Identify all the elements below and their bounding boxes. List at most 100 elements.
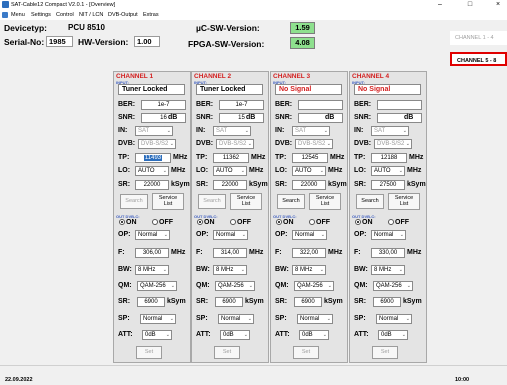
ch3-out-off-radio[interactable]: OFF: [309, 218, 330, 227]
ch1-att-select[interactable]: 0dB ⌄: [142, 330, 172, 340]
ch1-sr-field[interactable]: 22000: [135, 180, 169, 190]
ch1-op-select[interactable]: Normal ⌄: [135, 230, 170, 240]
close-button[interactable]: ×: [484, 0, 507, 10]
ch4-bw-select[interactable]: 8 MHz ⌄: [371, 265, 405, 275]
ch2-att-select[interactable]: 0dB ⌄: [220, 330, 250, 340]
ch3-op-select[interactable]: Normal ⌄: [292, 230, 327, 240]
ch1-service-list-button[interactable]: Service List: [152, 193, 184, 210]
ch3-lo-label: LO:: [275, 167, 288, 174]
ch2-tp-field[interactable]: 11362: [213, 153, 249, 163]
ch2-snr-label: SNR:: [196, 114, 214, 121]
ch1-qm-select[interactable]: QAM-256 ⌄: [137, 281, 177, 291]
ch1-sr-label: SR:: [118, 181, 131, 188]
ch3-f-field[interactable]: 322,00: [292, 248, 326, 258]
ch2-lo-select[interactable]: AUTO ⌄: [213, 166, 247, 176]
ch1-in-select[interactable]: SAT ⌄: [135, 126, 173, 136]
ch1-lo-unit: MHz: [171, 167, 186, 174]
maximize-button[interactable]: □: [456, 0, 484, 10]
menu-item-control[interactable]: Control: [56, 10, 74, 20]
menu-item-menu[interactable]: Menu: [11, 10, 25, 20]
ch2-f-field[interactable]: 314,00: [213, 248, 247, 258]
ch1-sr-unit: kSym: [171, 181, 190, 188]
ch4-op-select[interactable]: Normal ⌄: [371, 230, 406, 240]
menu-item-dvb-output[interactable]: DVB-Output: [108, 10, 138, 20]
tab-channel-5-8[interactable]: CHANNEL 5 - 8: [450, 52, 507, 66]
ch3-qm-chevron-down-icon: ⌄: [327, 283, 332, 289]
ch1-out-sr-field[interactable]: 6900: [137, 297, 165, 307]
ch1-set-button[interactable]: Set: [136, 346, 162, 359]
ch4-sp-select[interactable]: Normal ⌄: [376, 314, 412, 324]
ch3-dvb-label: DVB:: [275, 140, 293, 147]
ch2-set-button[interactable]: Set: [214, 346, 240, 359]
ch1-dvb-select[interactable]: DVB-S/S2 ⌄: [138, 139, 176, 149]
ch3-out-bw-row: BW: 8 MHz ⌄: [275, 264, 347, 275]
ch3-sp-select[interactable]: Normal ⌄: [297, 314, 333, 324]
ch2-in-select[interactable]: SAT ⌄: [213, 126, 251, 136]
ch2-bw-select[interactable]: 8 MHz ⌄: [213, 265, 247, 275]
ch1-f-field[interactable]: 306,00: [135, 248, 169, 258]
ch1-out-sr-row: SR: 6900 kSym: [118, 296, 190, 307]
ch3-qm-select[interactable]: QAM-256 ⌄: [294, 281, 334, 291]
ch3-att-select[interactable]: 0dB ⌄: [299, 330, 329, 340]
ch3-out-sr-field[interactable]: 6900: [294, 297, 322, 307]
ch3-sr-field[interactable]: 22000: [292, 180, 326, 190]
ch4-qm-select[interactable]: QAM-256 ⌄: [373, 281, 413, 291]
ch4-tp-field[interactable]: 12188: [371, 153, 407, 163]
ch3-tp-field[interactable]: 12545: [292, 153, 328, 163]
ch1-bw-select[interactable]: 8 MHz ⌄: [135, 265, 169, 275]
ch2-out-sr-field[interactable]: 6900: [215, 297, 243, 307]
ch4-set-button[interactable]: Set: [372, 346, 398, 359]
ch2-qm-select[interactable]: QAM-256 ⌄: [215, 281, 255, 291]
tab-channel-1-4[interactable]: CHANNEL 1 - 4: [450, 31, 507, 45]
ch1-search-button[interactable]: Search: [120, 194, 148, 209]
ch1-out-off-radio[interactable]: OFF: [152, 218, 173, 227]
ch3-service-list-button[interactable]: Service List: [309, 193, 341, 210]
ch4-out-sr-field[interactable]: 6900: [373, 297, 401, 307]
menu-item-nit-lcn[interactable]: NIT / LCN: [79, 10, 103, 20]
menu-item-settings[interactable]: Settings: [31, 10, 51, 20]
ch1-sp-select[interactable]: Normal ⌄: [140, 314, 176, 324]
ch4-out-off-radio[interactable]: OFF: [388, 218, 409, 227]
ch2-out-qm-label: QM:: [196, 282, 210, 289]
ch2-dvb-select[interactable]: DVB-S/S2 ⌄: [216, 139, 254, 149]
ch2-search-button[interactable]: Search: [198, 194, 226, 209]
ch1-tp-field[interactable]: 11493: [135, 153, 171, 163]
ch1-out-on-radio-dot: [119, 219, 125, 226]
ch3-out-att-row: ATT: 0dB ⌄: [275, 329, 347, 340]
ch3-search-button[interactable]: Search: [277, 194, 305, 209]
ch3-dvb-select[interactable]: DVB-S/S2 ⌄: [295, 139, 333, 149]
ch2-out-off-radio[interactable]: OFF: [230, 218, 251, 227]
ch2-ber-value: 1e-7: [219, 100, 264, 110]
application-window: SAT-Cable12 Compact V2.0.1 - [Overview] …: [0, 0, 507, 385]
ch3-out-qm-row: QM: QAM-256 ⌄: [275, 280, 347, 291]
channel-panel-2: CHANNEL 2 INPUT: Tuner Locked BER: 1e-7 SNR: 1…: [191, 71, 269, 363]
ch2-service-list-button[interactable]: Service List: [230, 193, 262, 210]
ch3-lo-select[interactable]: AUTO ⌄: [292, 166, 326, 176]
ch4-out-on-radio[interactable]: ON: [355, 218, 373, 227]
ch2-op-select[interactable]: Normal ⌄: [213, 230, 248, 240]
ch1-out-sp-label: SP:: [118, 315, 130, 322]
fpga-sw-version-value: 4.08: [290, 37, 315, 49]
ch4-att-select[interactable]: 0dB ⌄: [378, 330, 408, 340]
ch3-set-button[interactable]: Set: [293, 346, 319, 359]
ch2-sr-field[interactable]: 22000: [213, 180, 247, 190]
minimize-button[interactable]: –: [426, 0, 454, 10]
ch1-out-qm-row: QM: QAM-256 ⌄: [118, 280, 190, 291]
ch4-dvb-select[interactable]: DVB-S/S2 ⌄: [374, 139, 412, 149]
menu-item-extras[interactable]: Extras: [143, 10, 159, 20]
ch4-search-button[interactable]: Search: [356, 194, 384, 209]
ch4-lo-select[interactable]: AUTO ⌄: [371, 166, 405, 176]
ch2-in-label: IN:: [196, 127, 206, 134]
ch3-out-f-row: F: 322,00 MHz: [275, 247, 347, 258]
ch3-in-select[interactable]: SAT ⌄: [292, 126, 330, 136]
ch3-bw-select[interactable]: 8 MHz ⌄: [292, 265, 326, 275]
ch4-f-field[interactable]: 330,00: [371, 248, 405, 258]
ch1-lo-select[interactable]: AUTO ⌄: [135, 166, 169, 176]
ch2-out-on-radio[interactable]: ON: [197, 218, 215, 227]
ch4-service-list-button[interactable]: Service List: [388, 193, 420, 210]
ch4-in-select[interactable]: SAT ⌄: [371, 126, 409, 136]
ch1-out-on-radio[interactable]: ON: [119, 218, 137, 227]
ch3-out-on-radio[interactable]: ON: [276, 218, 294, 227]
ch4-sr-field[interactable]: 27500: [371, 180, 405, 190]
ch2-sp-select[interactable]: Normal ⌄: [218, 314, 254, 324]
